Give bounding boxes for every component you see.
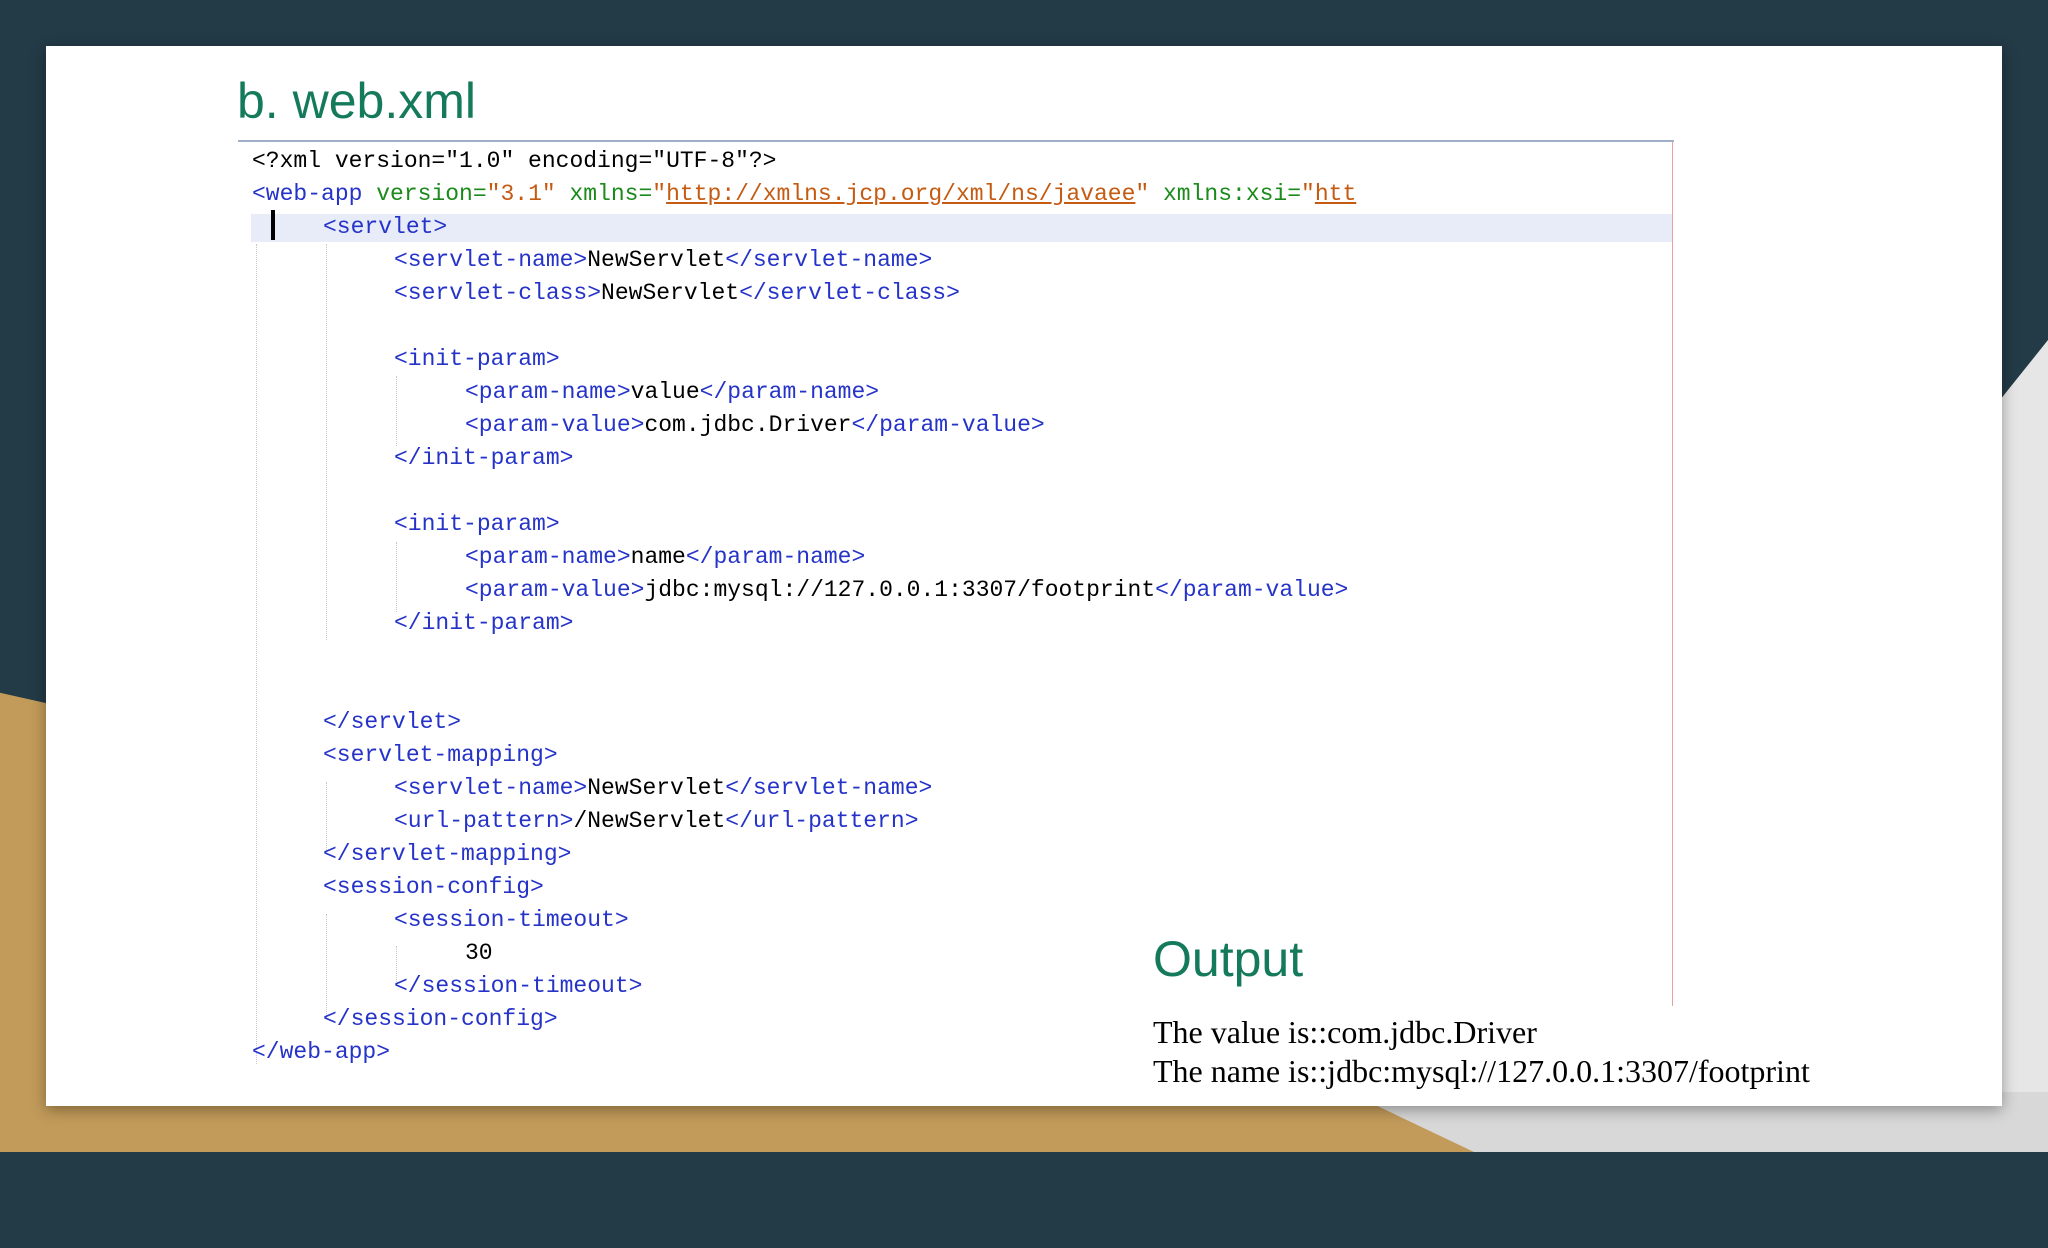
code-line: <servlet> — [323, 211, 447, 244]
text-caret — [271, 210, 275, 240]
code-listing: <?xml version="1.0" encoding="UTF-8"?> <… — [0, 0, 1356, 1248]
xml-attribute: version= — [362, 181, 487, 207]
code-line: <init-param> — [394, 343, 560, 376]
indent-guide — [396, 542, 397, 612]
xml-tag: <servlet-name> — [394, 247, 588, 273]
right-margin-line — [1672, 142, 1673, 1006]
indent-guide — [396, 376, 397, 446]
code-line: <init-param> — [394, 508, 560, 541]
output-heading: Output — [1153, 931, 1304, 987]
xml-url: http://xmlns.jcp.org/xml/ns/javaee — [666, 181, 1136, 207]
xml-tag: <init-param> — [394, 511, 560, 537]
xml-tag: </servlet> — [323, 709, 462, 735]
xml-tag: </session-config> — [323, 1006, 558, 1032]
xml-tag: <servlet-name> — [394, 775, 588, 801]
xml-value: " — [652, 181, 667, 207]
code-line: <param-name>value</param-name> — [465, 376, 879, 409]
xml-text: value — [630, 379, 700, 405]
xml-text: /NewServlet — [573, 808, 726, 834]
code-line: <web-app version="3.1" xmlns="http://xml… — [252, 178, 1356, 211]
code-line: <servlet-class>NewServlet</servlet-class… — [394, 277, 960, 310]
code-line: <servlet-name>NewServlet</servlet-name> — [394, 772, 932, 805]
xml-tag: </web-app> — [252, 1039, 391, 1065]
code-line: <servlet-name>NewServlet</servlet-name> — [394, 244, 932, 277]
code-line: </init-param> — [394, 607, 573, 640]
xml-text: com.jdbc.Driver — [644, 412, 852, 438]
xml-tag: <init-param> — [394, 346, 560, 372]
xml-url: htt — [1314, 181, 1357, 207]
slide-title: b. web.xml — [237, 73, 476, 129]
output-name-line: The name is::jdbc:mysql://127.0.0.1:3307… — [1153, 1053, 1810, 1089]
code-line: <param-value>com.jdbc.Driver</param-valu… — [465, 409, 1045, 442]
code-line: </servlet-mapping> — [323, 838, 571, 871]
output-value-line: The value is::com.jdbc.Driver — [1153, 1014, 1537, 1050]
xml-tag: </servlet-name> — [725, 775, 933, 801]
xml-text: NewServlet — [601, 280, 740, 306]
xml-attribute: xmlns= — [555, 181, 653, 207]
xml-text: NewServlet — [587, 247, 726, 273]
code-line: <param-value>jdbc:mysql://127.0.0.1:3307… — [465, 574, 1348, 607]
xml-text: jdbc:mysql://127.0.0.1:3307/footprint — [644, 577, 1156, 603]
code-line: </web-app> — [252, 1036, 390, 1069]
xml-value: " — [1135, 181, 1150, 207]
xml-tag: </init-param> — [394, 610, 574, 636]
indent-guide — [256, 244, 257, 1064]
xml-text: NewServlet — [587, 775, 726, 801]
xml-tag: </param-value> — [1155, 577, 1349, 603]
code-line: </init-param> — [394, 442, 573, 475]
xml-value: " — [1301, 181, 1315, 207]
code-line: </session-config> — [323, 1003, 558, 1036]
xml-tag: <servlet-class> — [394, 280, 602, 306]
xml-declaration: <?xml version="1.0" encoding="UTF-8"?> — [252, 148, 777, 174]
code-line: <url-pattern>/NewServlet</url-pattern> — [394, 805, 919, 838]
xml-tag: </param-name> — [685, 544, 866, 570]
xml-tag: <servlet> — [323, 214, 448, 240]
xml-value: "3.1" — [486, 181, 556, 207]
code-line: 30 — [465, 937, 493, 970]
code-line: <session-timeout> — [394, 904, 629, 937]
xml-tag: </servlet-class> — [739, 280, 960, 306]
code-line: <?xml version="1.0" encoding="UTF-8"?> — [252, 145, 777, 178]
xml-tag: <servlet-mapping> — [323, 742, 558, 768]
xml-text: name — [630, 544, 686, 570]
xml-tag: </servlet-name> — [725, 247, 933, 273]
xml-tag: <param-name> — [465, 379, 631, 405]
xml-tag: </servlet-mapping> — [323, 841, 572, 867]
current-line-highlight — [251, 214, 1673, 242]
xml-tag: <session-config> — [323, 874, 544, 900]
code-line: <param-name>name</param-name> — [465, 541, 865, 574]
xml-tag: <url-pattern> — [394, 808, 574, 834]
xml-tag: <param-value> — [465, 412, 645, 438]
code-line: <servlet-mapping> — [323, 739, 558, 772]
xml-tag: <session-timeout> — [394, 907, 629, 933]
xml-tag: <web-app — [252, 181, 363, 207]
code-line: </session-timeout> — [394, 970, 642, 1003]
xml-tag: </init-param> — [394, 445, 574, 471]
xml-tag: </param-value> — [851, 412, 1045, 438]
indent-guide — [326, 244, 327, 640]
xml-tag: </url-pattern> — [725, 808, 919, 834]
xml-attribute: xmlns:xsi= — [1149, 181, 1302, 207]
xml-tag: <param-name> — [465, 544, 631, 570]
code-line: <session-config> — [323, 871, 544, 904]
code-line: </servlet> — [323, 706, 461, 739]
xml-tag: <param-value> — [465, 577, 645, 603]
xml-tag: </param-name> — [699, 379, 880, 405]
xml-text: 30 — [465, 940, 493, 966]
xml-tag: </session-timeout> — [394, 973, 643, 999]
